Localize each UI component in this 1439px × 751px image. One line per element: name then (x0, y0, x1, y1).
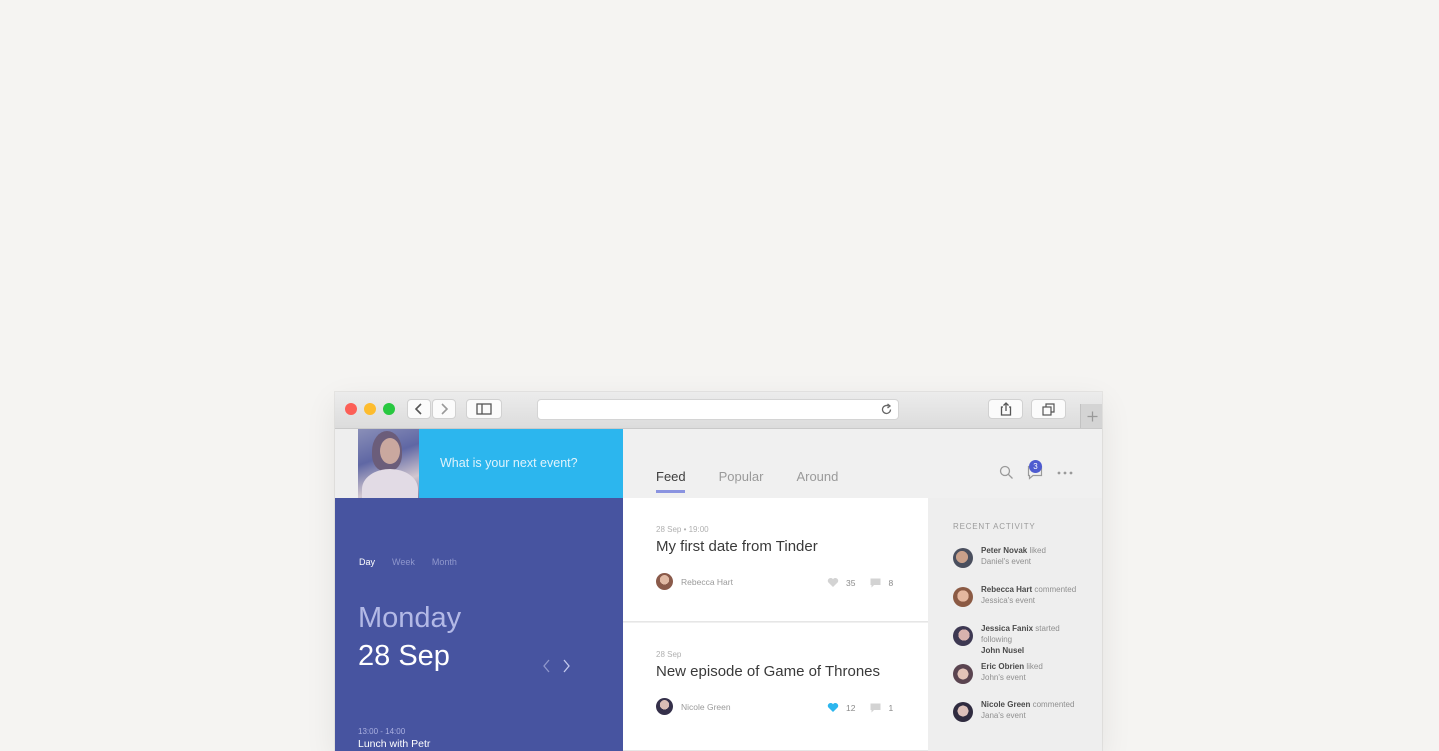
heart-icon[interactable] (827, 577, 839, 588)
tab-around[interactable]: Around (796, 469, 838, 484)
activity-action: commented (1032, 700, 1075, 709)
date-navigation (542, 659, 571, 673)
activity-object: Daniel's event (981, 557, 1031, 566)
activity-action: commented (1034, 585, 1077, 594)
likes-count: 12 (846, 702, 856, 713)
recent-activity-heading: RECENT ACTIVITY (953, 522, 1036, 531)
recent-activity-panel: RECENT ACTIVITY Peter Novak liked Daniel'… (928, 498, 1102, 751)
author-name: Rebecca Hart (681, 576, 733, 587)
calendar-panel: Day Week Month Monday 28 Sep 13:00 - 14:… (335, 429, 623, 751)
event-title[interactable]: Lunch with Petr (358, 738, 430, 750)
activity-user: Peter Novak (981, 546, 1028, 555)
header-actions: 3 (999, 460, 1073, 480)
activity-item[interactable]: Peter Novak liked Daniel's event (953, 545, 1091, 568)
chevron-left-icon (414, 403, 422, 415)
activity-text: Rebecca Hart commented Jessica's event (981, 584, 1091, 606)
activity-user: Nicole Green (981, 700, 1031, 709)
share-icon (1000, 402, 1011, 416)
feed-tabs: Feed Popular Around (656, 469, 871, 493)
activity-item[interactable]: Jessica Fanix started following John Nuse… (953, 623, 1091, 656)
heart-icon[interactable] (827, 702, 839, 713)
feed-card-stats: 12 1 (827, 702, 908, 713)
plus-icon (1087, 411, 1097, 421)
feed-list: 28 Sep • 19:00 My first date from Tinder… (623, 498, 928, 751)
comments-count: 8 (888, 577, 894, 588)
activity-object: John's event (981, 673, 1026, 682)
sidebar-icon (476, 403, 492, 415)
comment-icon[interactable] (870, 578, 881, 588)
minimize-window-button[interactable] (364, 403, 376, 415)
range-tab-day[interactable]: Day (359, 557, 375, 567)
event-time: 13:00 - 14:00 (358, 727, 406, 736)
new-tab-button[interactable] (1080, 404, 1102, 428)
activity-avatar (953, 664, 973, 684)
likes-count: 35 (846, 577, 856, 588)
feed-card[interactable]: 28 Sep New episode of Game of Thrones Ni… (623, 623, 928, 751)
feed-card[interactable]: 28 Sep • 19:00 My first date from Tinder… (623, 498, 928, 622)
back-button[interactable] (407, 399, 431, 419)
range-tab-month[interactable]: Month (432, 557, 457, 567)
activity-object: Jana's event (981, 711, 1026, 720)
feed-card-meta: 28 Sep (656, 650, 682, 659)
zoom-window-button[interactable] (383, 403, 395, 415)
feed-card-stats: 35 8 (827, 577, 908, 588)
activity-action: liked (1029, 546, 1046, 555)
notification-badge: 3 (1029, 460, 1042, 473)
share-button[interactable] (988, 399, 1023, 419)
activity-avatar (953, 587, 973, 607)
new-event-input[interactable] (419, 429, 623, 498)
activity-text: Jessica Fanix started following John Nuse… (981, 623, 1091, 656)
address-bar[interactable] (537, 399, 899, 420)
activity-avatar (953, 626, 973, 646)
browser-window: Day Week Month Monday 28 Sep 13:00 - 14:… (335, 392, 1102, 751)
activity-object: John Nusel (981, 646, 1025, 655)
tab-feed[interactable]: Feed (656, 469, 686, 493)
author-name: Nicole Green (681, 701, 731, 712)
user-avatar[interactable] (358, 429, 419, 498)
author-avatar (656, 573, 673, 590)
activity-item[interactable]: Nicole Green commented Jana's event (953, 699, 1091, 722)
comments-count: 1 (888, 702, 894, 713)
day-date: 28 Sep (358, 640, 450, 672)
day-name: Monday (358, 602, 462, 634)
forward-button[interactable] (432, 399, 456, 419)
avatar-shoulder (362, 469, 418, 498)
reload-icon[interactable] (880, 403, 893, 416)
close-window-button[interactable] (345, 403, 357, 415)
tabs-overview-icon (1042, 402, 1055, 416)
activity-user: Jessica Fanix (981, 624, 1034, 633)
chevron-right-icon (441, 403, 449, 415)
avatar-face (380, 438, 400, 464)
range-tabs: Day Week Month (359, 557, 474, 567)
app-content: Day Week Month Monday 28 Sep 13:00 - 14:… (335, 429, 1102, 751)
feed-card-author[interactable]: Nicole Green (656, 698, 731, 715)
activity-avatar (953, 548, 973, 568)
feed-card-title[interactable]: New episode of Game of Thrones (656, 663, 880, 680)
next-day-icon[interactable] (562, 659, 571, 673)
activity-object: Jessica's event (981, 596, 1035, 605)
more-icon[interactable] (1057, 471, 1073, 475)
author-avatar (656, 698, 673, 715)
search-icon[interactable] (999, 465, 1014, 480)
activity-action: liked (1026, 662, 1043, 671)
feed-card-title[interactable]: My first date from Tinder (656, 538, 818, 555)
activity-avatar (953, 702, 973, 722)
feed-card-author[interactable]: Rebecca Hart (656, 573, 733, 590)
range-tab-week[interactable]: Week (392, 557, 415, 567)
activity-user: Rebecca Hart (981, 585, 1033, 594)
activity-text: Eric Obrien liked John's event (981, 661, 1091, 683)
tabs-overview-button[interactable] (1031, 399, 1066, 419)
activity-text: Peter Novak liked Daniel's event (981, 545, 1091, 567)
main-area: Feed Popular Around 3 28 Sep • 19:00 My … (623, 429, 1102, 751)
activity-item[interactable]: Eric Obrien liked John's event (953, 661, 1091, 684)
comment-icon[interactable] (870, 703, 881, 713)
activity-text: Nicole Green commented Jana's event (981, 699, 1091, 721)
activity-user: Eric Obrien (981, 662, 1025, 671)
previous-day-icon[interactable] (542, 659, 551, 673)
activity-item[interactable]: Rebecca Hart commented Jessica's event (953, 584, 1091, 607)
sidebar-toggle-button[interactable] (466, 399, 502, 419)
browser-toolbar (335, 392, 1102, 429)
tab-popular[interactable]: Popular (719, 469, 764, 484)
feed-card-meta: 28 Sep • 19:00 (656, 525, 709, 534)
